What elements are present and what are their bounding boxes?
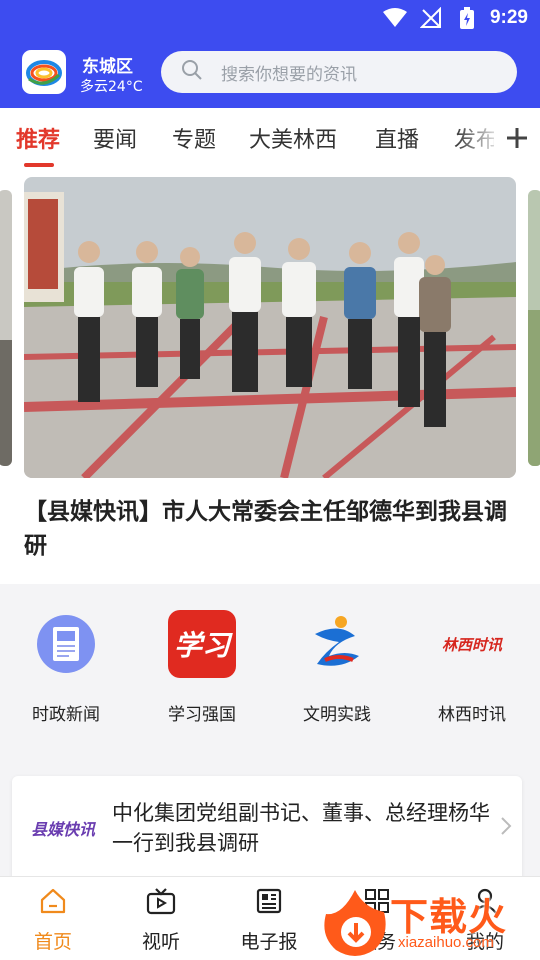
plus-icon xyxy=(507,128,527,148)
carousel-headline[interactable]: 【县媒快讯】市人大常委会主任邹德华到我县调研 xyxy=(24,495,516,563)
search-input[interactable]: 搜索你想要的资讯 xyxy=(161,51,517,93)
nav-e-newspaper[interactable]: 电子报 xyxy=(224,885,314,954)
nav-label: 电子报 xyxy=(240,931,298,953)
news-title: 中化集团党组副书记、董事、总经理杨华一行到我县调研 xyxy=(112,801,490,855)
quick-link-linxi-news[interactable]: 林西时讯 林西时讯 xyxy=(412,610,532,726)
carousel-prev-image[interactable] xyxy=(0,190,12,466)
battery-icon xyxy=(454,7,480,29)
status-time: 9:29 xyxy=(489,7,528,28)
category-tabs: 推荐 要闻 专题 大美林西 直播 发布 xyxy=(0,108,540,168)
nav-home[interactable]: 首页 xyxy=(8,885,98,954)
tab-beautiful-linxi[interactable]: 大美林西 xyxy=(249,122,337,154)
nav-label: 首页 xyxy=(33,931,72,953)
county-media-logo: 县媒快讯 xyxy=(30,820,95,839)
newspaper-icon xyxy=(32,610,100,678)
carousel-next-image[interactable] xyxy=(528,190,540,466)
quick-link-label: 时政新闻 xyxy=(32,705,100,725)
quick-link-label: 林西时讯 xyxy=(438,705,506,725)
carousel-main-image[interactable] xyxy=(24,177,516,478)
nav-audiovisual[interactable]: 视听 xyxy=(116,885,206,954)
wifi-icon xyxy=(382,7,408,29)
quick-link-politics-news[interactable]: 时政新闻 xyxy=(6,610,126,725)
tab-topics[interactable]: 专题 xyxy=(172,122,216,154)
app-logo[interactable] xyxy=(22,50,66,94)
civilization-icon xyxy=(303,610,371,678)
weather-text: 多云24°C xyxy=(80,79,143,95)
watermark: 下载火 xiazaihuo.com xyxy=(318,886,540,960)
chevron-right-icon xyxy=(500,814,512,842)
quick-link-xuexi[interactable]: 学习 学习强国 xyxy=(142,610,262,725)
active-tab-indicator xyxy=(24,163,54,167)
add-tab-button[interactable] xyxy=(494,108,540,168)
newspaper-icon xyxy=(224,885,314,917)
quick-link-label: 学习强国 xyxy=(168,705,236,725)
location-city[interactable]: 东城区 xyxy=(82,52,133,77)
quick-link-civilization[interactable]: 文明实践 xyxy=(277,610,397,725)
news-card[interactable]: 县媒快讯 中化集团党组副书记、董事、总经理杨华一行到我县调研 xyxy=(12,776,522,886)
tv-icon xyxy=(116,885,206,917)
watermark-url: xiazaihuo.com xyxy=(398,934,494,951)
watermark-text: 下载火 xyxy=(390,895,508,939)
nav-label: 视听 xyxy=(141,931,180,953)
tab-live[interactable]: 直播 xyxy=(375,122,419,154)
header-bar: 9:29 东城区 多云24°C 搜索你想要的资讯 xyxy=(0,0,540,108)
tab-recommend[interactable]: 推荐 xyxy=(16,122,60,154)
status-bar: 9:29 xyxy=(382,6,528,30)
xuexi-icon: 学习 xyxy=(168,610,236,678)
quick-link-label: 文明实践 xyxy=(303,705,371,725)
no-signal-icon xyxy=(418,7,444,29)
quick-links: 时政新闻 学习 学习强国 文明实践 林西时讯 林西时讯 xyxy=(0,590,540,750)
home-icon xyxy=(8,885,98,917)
linxi-news-icon: 林西时讯 xyxy=(441,635,502,654)
search-icon xyxy=(181,59,203,85)
tab-headlines[interactable]: 要闻 xyxy=(93,122,137,154)
watermark-flame-icon xyxy=(324,890,386,956)
search-placeholder: 搜索你想要的资讯 xyxy=(221,64,357,85)
